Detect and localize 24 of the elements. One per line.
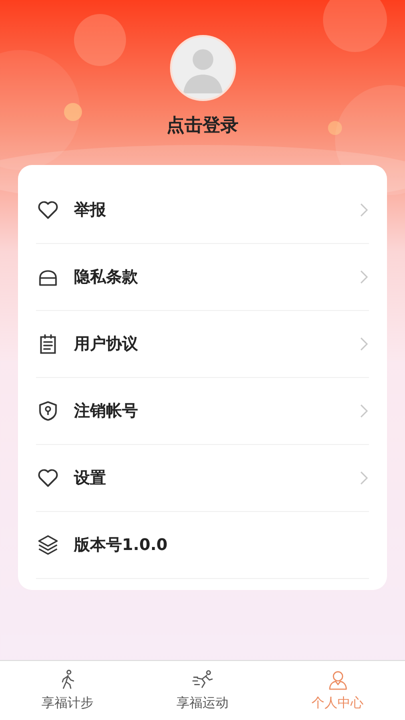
chevron-icon	[359, 403, 369, 419]
firework-burst	[74, 14, 126, 66]
light-glow	[328, 121, 342, 135]
heart-icon	[36, 198, 60, 222]
chevron-icon	[359, 269, 369, 285]
tab[interactable]: 享福运动	[135, 661, 270, 720]
version-text: 版本号1.0.0	[74, 534, 169, 556]
menu-item[interactable]: 隐私条款	[74, 266, 345, 288]
menu-item[interactable]: 设置	[74, 468, 345, 488]
login-link[interactable]: 点击登录	[166, 113, 238, 137]
user-icon	[326, 669, 348, 691]
heart-icon	[36, 466, 60, 490]
running-icon	[192, 669, 214, 691]
menu-item[interactable]: 举报	[74, 200, 345, 220]
menu-item[interactable]: 注销帐号	[74, 400, 345, 422]
tab[interactable]: 享福计步	[0, 661, 135, 720]
layers-icon	[36, 533, 60, 557]
chevron-icon	[359, 336, 369, 352]
light-glow	[64, 103, 82, 121]
shield-icon	[36, 399, 60, 423]
chevron-icon	[359, 470, 369, 486]
chevron-icon	[359, 202, 369, 218]
firework-burst	[323, 0, 387, 52]
menu-item[interactable]: 用户协议	[74, 334, 345, 354]
